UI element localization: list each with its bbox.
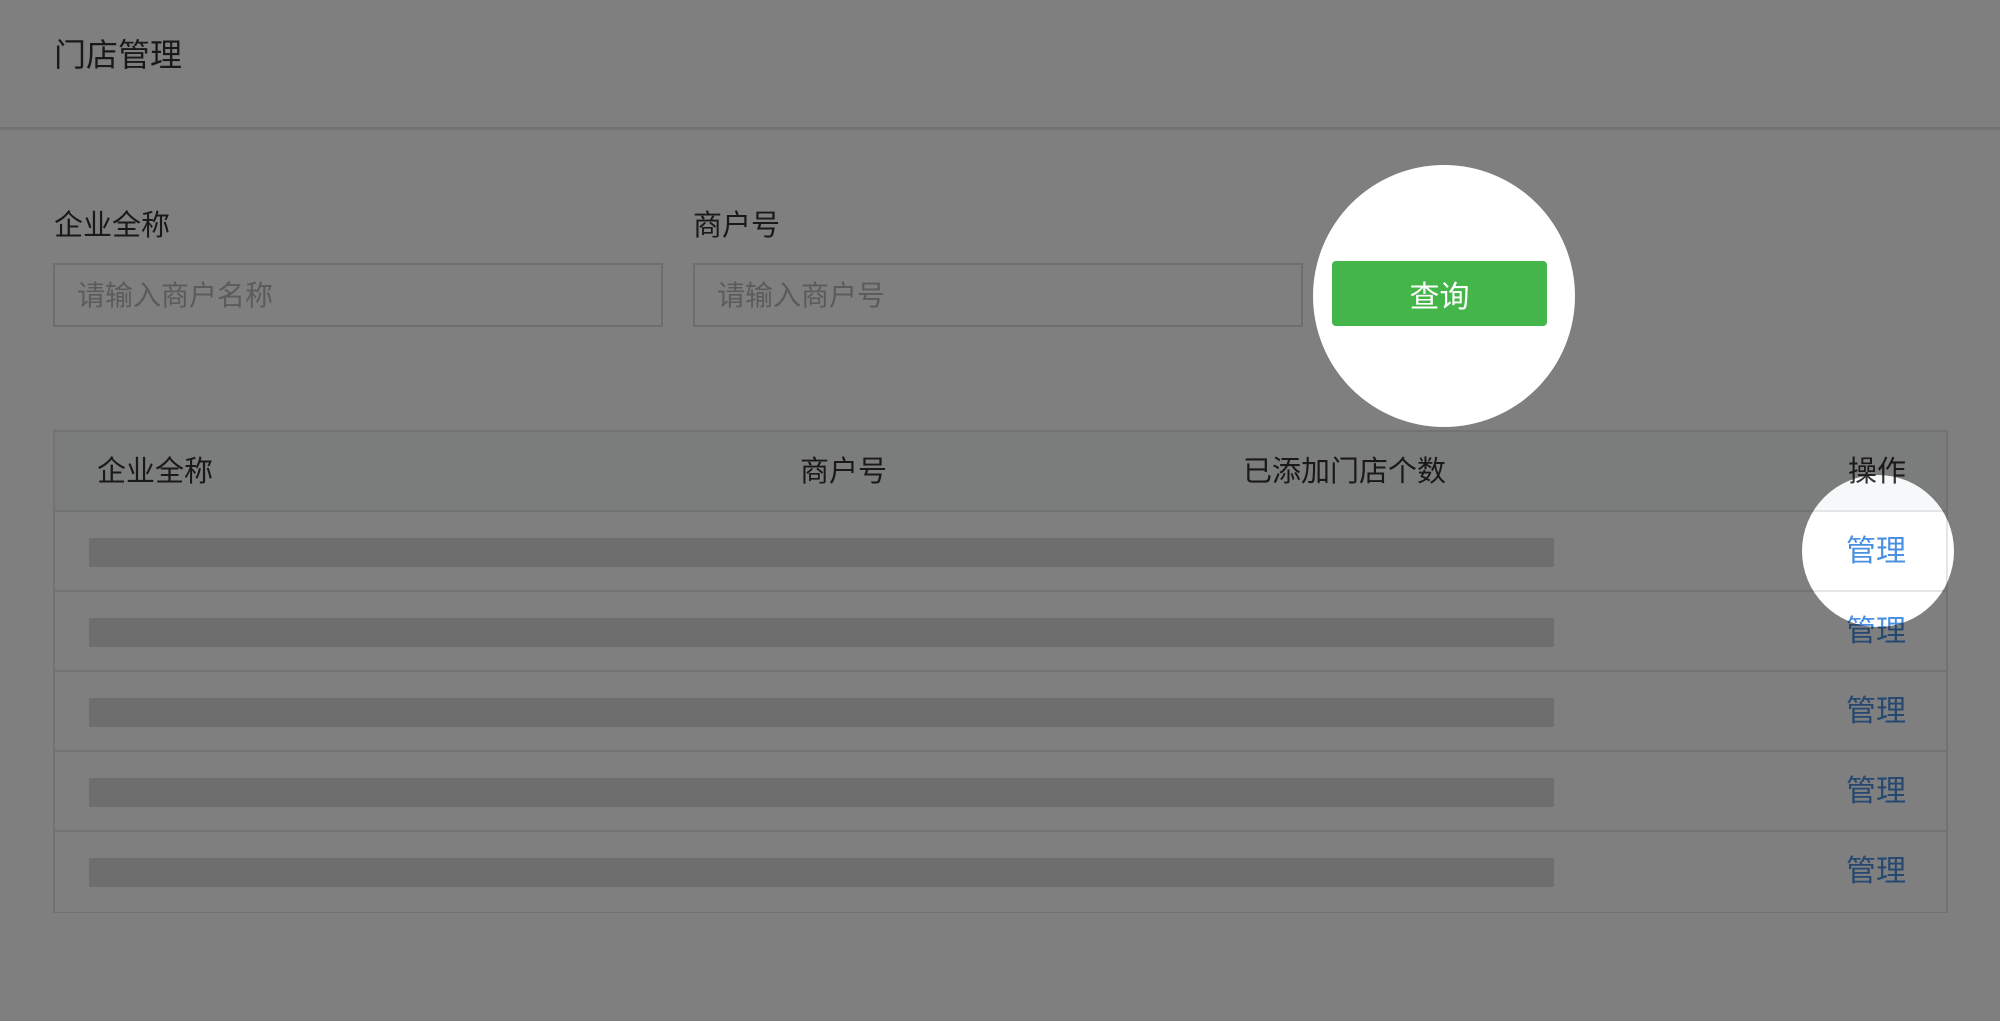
table-header: 企业全称 商户号 已添加门店个数 操作 xyxy=(55,432,1946,512)
redacted-row-content xyxy=(89,698,1554,727)
manage-link[interactable]: 管理 xyxy=(1846,773,1906,811)
table-row: 管理 xyxy=(55,512,1946,592)
query-button[interactable]: 查询 xyxy=(1332,261,1547,326)
page-title: 门店管理 xyxy=(54,36,183,74)
company-name-input[interactable] xyxy=(53,263,663,327)
redacted-row-content xyxy=(89,858,1554,887)
merchant-id-input[interactable] xyxy=(693,263,1303,327)
table-row: 管理 xyxy=(55,832,1946,912)
manage-link[interactable]: 管理 xyxy=(1846,853,1906,891)
table-row: 管理 xyxy=(55,752,1946,832)
column-header-merchant-id: 商户号 xyxy=(800,454,888,488)
table-row: 管理 xyxy=(55,592,1946,672)
redacted-row-content xyxy=(89,538,1554,567)
page-header: 门店管理 xyxy=(0,0,2000,130)
company-name-label: 企业全称 xyxy=(54,208,171,242)
column-header-action: 操作 xyxy=(1847,454,1906,488)
column-header-company-name: 企业全称 xyxy=(97,454,214,488)
manage-link[interactable]: 管理 xyxy=(1846,533,1906,571)
merchant-table: 企业全称 商户号 已添加门店个数 操作 管理 管理 管理 管理 管理 xyxy=(53,430,1948,913)
redacted-row-content xyxy=(89,778,1554,807)
table-row: 管理 xyxy=(55,672,1946,752)
manage-link[interactable]: 管理 xyxy=(1846,693,1906,731)
redacted-row-content xyxy=(89,618,1554,647)
manage-link[interactable]: 管理 xyxy=(1846,613,1906,651)
store-management-page: 门店管理 企业全称 商户号 查询 企业全称 商户号 已添加门店个数 操作 管理 … xyxy=(0,0,2000,1021)
merchant-id-label: 商户号 xyxy=(693,208,781,242)
column-header-store-count: 已添加门店个数 xyxy=(1243,454,1447,488)
